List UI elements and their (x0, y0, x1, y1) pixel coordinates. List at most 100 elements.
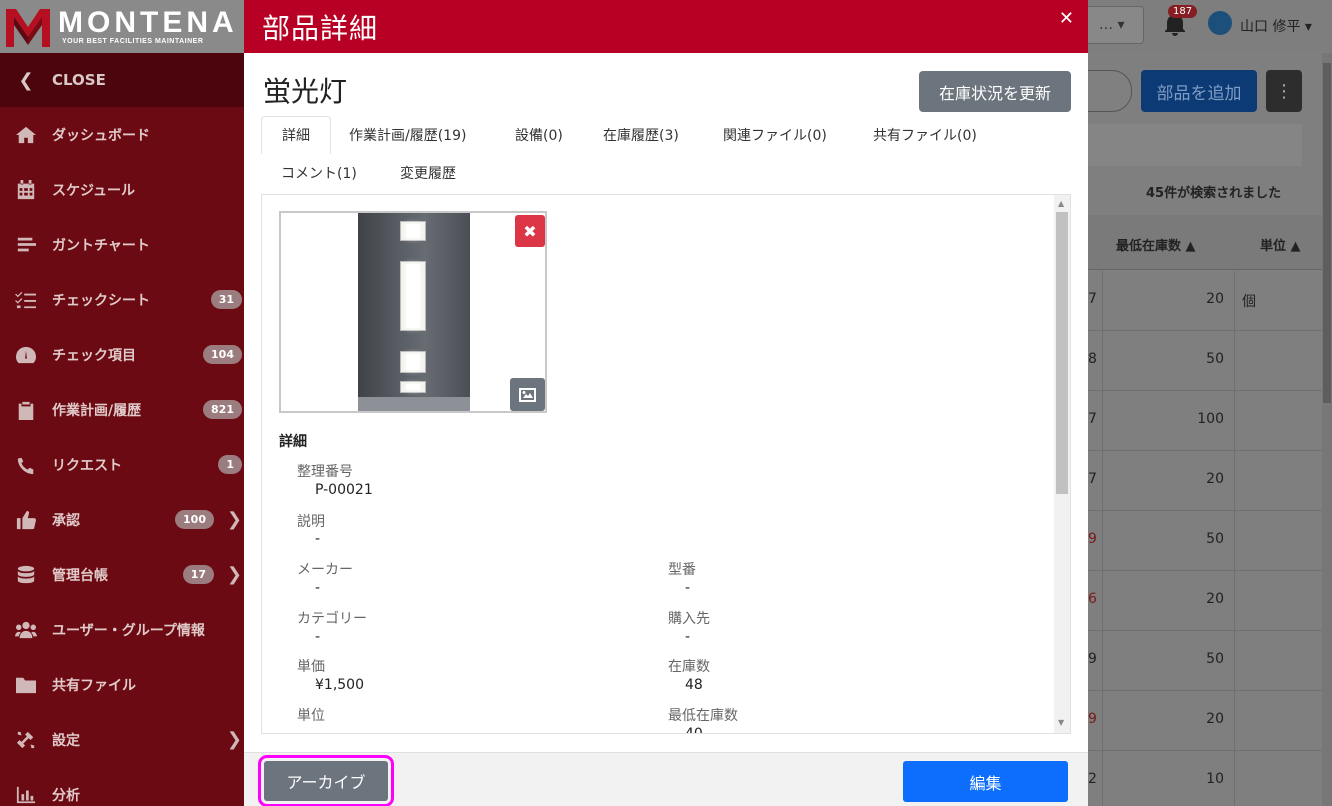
sidebar-item-label: 分析 (52, 787, 80, 804)
sidebar-item-check-items[interactable]: チェック項目 104 (0, 327, 244, 382)
result-count: 45件が検索されました (1146, 186, 1282, 201)
column-label: 最低在庫数 (1116, 239, 1182, 254)
column-label: 単位 (1260, 239, 1287, 254)
site-select-value: … (1099, 17, 1113, 33)
user-name: 山口 修平 (1240, 19, 1301, 35)
site-select[interactable]: … ▾ (1088, 6, 1144, 44)
tab-change-history[interactable]: 変更履歴 (380, 154, 476, 192)
column-unit[interactable]: 単位 ▲ (1260, 235, 1301, 254)
part-image-frame: ✖ (279, 211, 547, 413)
count-badge: 100 (175, 510, 214, 529)
thumbs-up-icon (0, 510, 52, 530)
panel-scrollbar[interactable]: ▲ ▼ (1054, 195, 1070, 733)
field-label-supplier: 購入先 (668, 611, 710, 627)
count-badge: 104 (203, 345, 242, 364)
add-part-button[interactable]: 部品を追加 (1141, 70, 1257, 112)
part-name: 蛍光灯 (263, 75, 348, 108)
update-stock-button[interactable]: 在庫状況を更新 (919, 71, 1071, 112)
folder-icon (0, 675, 52, 695)
sidebar-item-approval[interactable]: 承認 100 ❯ (0, 492, 244, 547)
table-row[interactable]: 2 10 (1088, 751, 1332, 806)
scrollbar-thumb[interactable] (1056, 212, 1068, 494)
edit-button[interactable]: 編集 (903, 761, 1068, 802)
tab-equipment[interactable]: 設備(0) (495, 116, 583, 154)
clipboard-icon (0, 400, 52, 420)
user-avatar-icon[interactable] (1208, 11, 1232, 35)
gauge-icon (0, 345, 52, 365)
gantt-icon (0, 235, 52, 255)
table-row[interactable]: 9 50 (1088, 511, 1332, 571)
sidebar-item-ledger[interactable]: 管理台帳 17 ❯ (0, 547, 244, 602)
cell-stock: 6 (1088, 591, 1097, 607)
sidebar-item-shared-files[interactable]: 共有ファイル (0, 657, 244, 712)
change-image-button[interactable] (510, 378, 545, 411)
table-row[interactable]: 8 50 (1088, 331, 1332, 391)
tab-detail[interactable]: 詳細 (261, 116, 331, 154)
detail-heading: 詳細 (279, 434, 307, 450)
cell-min-stock: 20 (1206, 591, 1224, 607)
table-row[interactable]: 9 20 (1088, 691, 1332, 751)
logo-name: MONTENA (58, 6, 238, 39)
part-photo[interactable] (358, 213, 470, 411)
table-row[interactable]: 7 100 (1088, 391, 1332, 451)
sidebar-item-dashboard[interactable]: ダッシュボード (0, 107, 244, 162)
count-badge: 31 (210, 290, 242, 309)
tools-icon (0, 730, 52, 750)
count-badge: 17 (182, 565, 214, 584)
count-badge: 821 (203, 400, 242, 419)
home-icon (0, 125, 52, 145)
table-row[interactable]: 9 50 (1088, 631, 1332, 691)
search-input[interactable] (1088, 70, 1132, 112)
field-value-category: - (315, 629, 321, 645)
table-row[interactable]: 7 20 (1088, 451, 1332, 511)
cell-min-stock: 100 (1197, 411, 1224, 427)
filter-bar (1088, 124, 1302, 166)
user-menu[interactable]: 山口 修平 ▾ (1240, 16, 1312, 36)
logo[interactable]: MONTENA YOUR BEST FACILITIES MAINTAINER (0, 0, 244, 53)
tab-comments[interactable]: コメント(1) (261, 154, 377, 192)
column-min-stock[interactable]: 最低在庫数 ▲ (1116, 235, 1196, 254)
tab-related-files[interactable]: 関連ファイル(0) (703, 116, 847, 154)
more-menu-icon[interactable]: ⋮ (1266, 70, 1302, 112)
cell-min-stock: 50 (1206, 351, 1224, 367)
delete-image-button[interactable]: ✖ (515, 215, 545, 247)
archive-button[interactable]: アーカイブ (258, 755, 394, 806)
part-detail-modal: 部品詳細 ✕ 蛍光灯 在庫状況を更新 詳細 作業計画/履歴(19) 設備(0) … (244, 0, 1088, 806)
montena-logo-icon (6, 8, 50, 47)
field-label-unit: 単位 (297, 708, 325, 724)
cell-stock: 9 (1088, 651, 1097, 667)
chevron-right-icon: ❯ (226, 509, 242, 530)
tab-work-plan[interactable]: 作業計画/履歴(19) (329, 116, 486, 154)
tab-stock-history[interactable]: 在庫履歴(3) (583, 116, 699, 154)
logo-tagline: YOUR BEST FACILITIES MAINTAINER (62, 38, 204, 45)
sidebar-item-label: 作業計画/履歴 (52, 402, 142, 419)
tab-shared-files[interactable]: 共有ファイル(0) (853, 116, 997, 154)
cell-min-stock: 20 (1206, 471, 1224, 487)
scroll-down-icon[interactable]: ▼ (1058, 718, 1064, 727)
field-label-maker: メーカー (297, 562, 353, 578)
sidebar-item-schedule[interactable]: スケジュール (0, 162, 244, 217)
sidebar-item-gantt[interactable]: ガントチャート (0, 217, 244, 272)
page-scrollbar[interactable] (1322, 53, 1332, 806)
sidebar-item-request[interactable]: リクエスト 1 (0, 437, 244, 492)
scroll-up-icon[interactable]: ▲ (1058, 199, 1064, 208)
users-icon (0, 620, 52, 640)
sidebar-item-checksheet[interactable]: チェックシート 31 (0, 272, 244, 327)
count-badge: 1 (218, 455, 242, 474)
sidebar-close-button[interactable]: ❮ CLOSE (0, 53, 244, 107)
close-icon[interactable]: ✕ (1059, 8, 1074, 29)
sidebar-item-work-plan[interactable]: 作業計画/履歴 821 (0, 382, 244, 437)
cell-stock: 7 (1088, 471, 1097, 487)
scrollbar-thumb[interactable] (1323, 63, 1331, 403)
sidebar-item-analytics[interactable]: 分析 (0, 767, 244, 806)
sidebar-item-label: チェックシート (52, 292, 150, 309)
checklist-icon (0, 290, 52, 310)
sidebar-item-label: ガントチャート (52, 237, 150, 254)
sidebar-item-settings[interactable]: 設定 ❯ (0, 712, 244, 767)
sidebar-item-users[interactable]: ユーザー・グループ情報 (0, 602, 244, 657)
cell-min-stock: 50 (1206, 531, 1224, 547)
chevron-right-icon: ❯ (226, 564, 242, 585)
cell-unit: 個 (1242, 294, 1256, 310)
table-row[interactable]: 7 20 個 (1088, 271, 1332, 331)
table-row[interactable]: 6 20 (1088, 571, 1332, 631)
